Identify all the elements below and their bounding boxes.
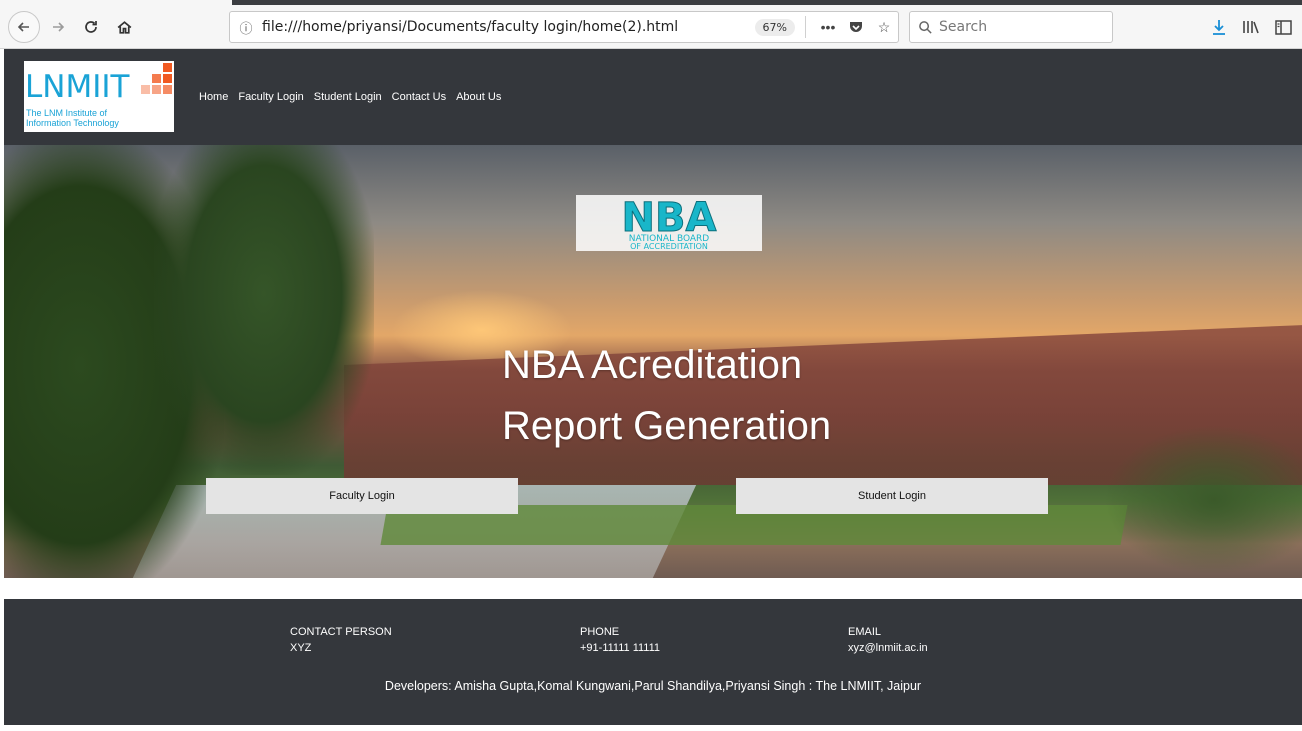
nav-student-login[interactable]: Student Login [314, 91, 382, 103]
top-navigation: Home Faculty Login Student Login Contact… [199, 91, 501, 103]
hero-title-line2: Report Generation [502, 404, 832, 448]
student-login-button[interactable]: Student Login [736, 478, 1048, 514]
search-icon [919, 20, 932, 34]
faculty-login-button[interactable]: Faculty Login [206, 478, 518, 514]
logo-squares-icon [138, 63, 172, 97]
contact-label: CONTACT PERSON [290, 626, 392, 638]
web-page: LNMIIT The LNM Institute of Information … [0, 49, 1302, 731]
lnmiit-logo[interactable]: LNMIIT The LNM Institute of Information … [24, 61, 174, 132]
email-label: EMAIL [848, 626, 882, 638]
pocket-icon[interactable] [842, 19, 870, 35]
library-icon [1243, 21, 1259, 34]
browser-toolbar: ⓘ file:///home/priyansi/Documents/facult… [0, 0, 1302, 49]
sidebar-toggle-button[interactable] [1271, 15, 1295, 39]
url-text[interactable]: file:///home/priyansi/Documents/faculty … [262, 19, 755, 35]
search-input[interactable] [939, 19, 1099, 35]
logo-title: LNMIIT [25, 69, 130, 105]
home-button[interactable] [109, 12, 139, 42]
download-icon [1213, 20, 1225, 35]
info-icon[interactable]: ⓘ [230, 18, 262, 37]
hero-title-line1: NBA Acreditation [502, 343, 803, 387]
nba-logo: NBA NATIONAL BOARD OF ACCREDITATION [576, 195, 762, 251]
footer-phone: PHONE +91-11111 11111 [580, 624, 660, 656]
nav-about-us[interactable]: About Us [456, 91, 501, 103]
bookmark-star-icon[interactable]: ☆ [870, 19, 898, 36]
nav-contact-us[interactable]: Contact Us [392, 91, 446, 103]
address-bar[interactable]: ⓘ file:///home/priyansi/Documents/facult… [229, 11, 899, 43]
logo-subtitle: The LNM Institute of Information Technol… [26, 108, 119, 128]
back-button[interactable] [8, 11, 40, 43]
phone-label: PHONE [580, 626, 620, 638]
nav-faculty-login[interactable]: Faculty Login [238, 91, 303, 103]
library-button[interactable] [1239, 15, 1263, 39]
sidebar-icon [1274, 19, 1292, 35]
page-actions-icon[interactable]: ••• [814, 19, 842, 35]
logo-subtitle-line1: The LNM Institute of [26, 108, 108, 118]
footer-email: EMAIL xyz@lnmiit.ac.in [848, 624, 928, 656]
address-bar-divider [805, 16, 806, 38]
logo-subtitle-line2: Information Technology [26, 118, 119, 128]
nba-logo-line2: OF ACCREDITATION [630, 242, 708, 251]
window-titlebar-strip [232, 0, 1302, 5]
arrow-right-icon [53, 22, 65, 32]
bushes-right-background [1104, 425, 1302, 575]
reload-button[interactable] [76, 12, 106, 42]
hero-banner: NBA NATIONAL BOARD OF ACCREDITATION NBA … [4, 145, 1302, 578]
home-icon [117, 20, 131, 34]
arrow-left-icon [17, 22, 29, 32]
developers-credit: Developers: Amisha Gupta,Komal Kungwani,… [384, 679, 922, 693]
site-header: LNMIIT The LNM Institute of Information … [4, 49, 1302, 145]
email-value[interactable]: xyz@lnmiit.ac.in [848, 640, 928, 656]
download-button[interactable] [1207, 15, 1231, 39]
search-bar[interactable] [909, 11, 1113, 43]
trees-left2-background [154, 145, 374, 475]
nav-home[interactable]: Home [199, 91, 228, 103]
zoom-level-badge[interactable]: 67% [754, 18, 795, 36]
forward-button[interactable] [43, 12, 73, 42]
phone-value: +91-11111 11111 [580, 642, 661, 654]
reload-icon [85, 21, 97, 33]
footer-contact: CONTACT PERSON XYZ [290, 624, 392, 656]
site-footer: CONTACT PERSON XYZ PHONE +91-11111 11111… [4, 599, 1302, 725]
hero-title: NBA Acreditation Report Generation [502, 335, 831, 457]
contact-value: XYZ [290, 642, 312, 654]
